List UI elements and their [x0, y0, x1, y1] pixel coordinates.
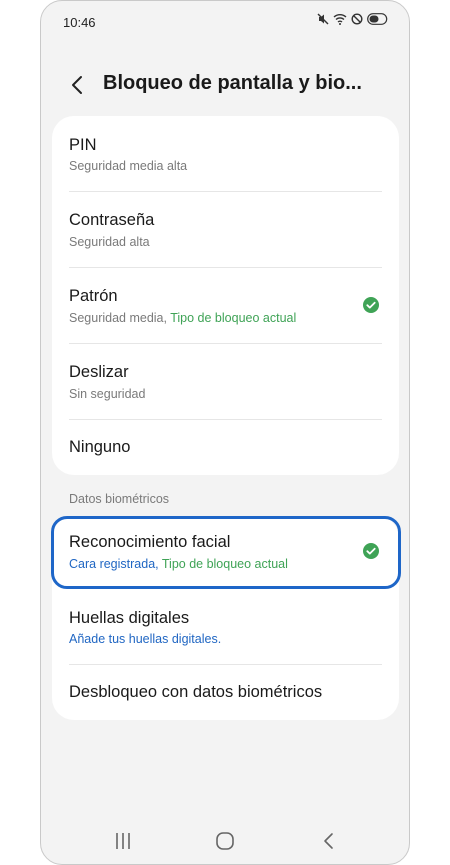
face-registered-status: Cara registrada,: [69, 557, 159, 571]
recents-icon[interactable]: [111, 829, 135, 853]
security-level: Seguridad media,: [69, 311, 167, 325]
lock-option-none[interactable]: Ninguno: [52, 420, 399, 475]
option-title: Deslizar: [69, 363, 129, 381]
check-circle-icon: [363, 297, 379, 313]
option-subtitle: Sin seguridad: [69, 387, 146, 401]
page-title: Bloqueo de pantalla y bio...: [103, 72, 362, 94]
biometrics-card: Reconocimiento facial Cara registrada, T…: [52, 516, 399, 720]
wifi-icon: [333, 14, 347, 25]
option-title: Contraseña: [69, 211, 155, 229]
back-chevron-icon[interactable]: [65, 72, 91, 98]
option-title: Huellas digitales: [69, 609, 190, 627]
biometric-unlock[interactable]: Desbloqueo con datos biométricos: [52, 665, 399, 720]
do-not-disturb-icon: [351, 13, 363, 25]
option-subtitle: Cara registrada, Tipo de bloqueo actual: [69, 557, 288, 571]
biometric-fingerprints[interactable]: Huellas digitales Añade tus huellas digi…: [52, 589, 399, 665]
option-title: Desbloqueo con datos biométricos: [69, 683, 323, 701]
phone-frame: 10:46 Bloqueo de pantalla y bio... PIN S…: [40, 0, 410, 865]
status-bar: 10:46: [41, 1, 409, 45]
option-title: Ninguno: [69, 438, 131, 456]
back-icon[interactable]: [317, 829, 341, 853]
lock-option-pin[interactable]: PIN Seguridad media alta: [52, 116, 399, 192]
battery-icon: [367, 13, 388, 25]
biometric-face-recognition[interactable]: Reconocimiento facial Cara registrada, T…: [52, 516, 399, 589]
navigation-bar: [41, 819, 409, 863]
current-lock-status: Tipo de bloqueo actual: [170, 311, 297, 325]
option-subtitle: Seguridad alta: [69, 235, 150, 249]
lock-types-card: PIN Seguridad media alta Contraseña Segu…: [52, 116, 399, 475]
header: Bloqueo de pantalla y bio...: [41, 63, 409, 107]
status-time: 10:46: [63, 15, 96, 30]
option-title: Patrón: [69, 287, 118, 305]
option-subtitle: Añade tus huellas digitales.: [69, 632, 222, 646]
current-lock-status: Tipo de bloqueo actual: [161, 557, 288, 571]
mute-icon: [317, 13, 329, 25]
lock-option-swipe[interactable]: Deslizar Sin seguridad: [52, 344, 399, 420]
option-subtitle: Seguridad media alta: [69, 159, 188, 173]
option-subtitle: Seguridad media, Tipo de bloqueo actual: [69, 311, 296, 325]
option-title: Reconocimiento facial: [69, 533, 231, 551]
lock-option-pattern[interactable]: Patrón Seguridad media, Tipo de bloqueo …: [52, 268, 399, 344]
lock-option-password[interactable]: Contraseña Seguridad alta: [52, 192, 399, 268]
status-icons: [317, 13, 389, 25]
option-title: PIN: [69, 136, 97, 154]
check-circle-icon: [363, 543, 379, 559]
section-label-biometrics: Datos biométricos: [69, 492, 170, 506]
home-icon[interactable]: [213, 829, 237, 853]
